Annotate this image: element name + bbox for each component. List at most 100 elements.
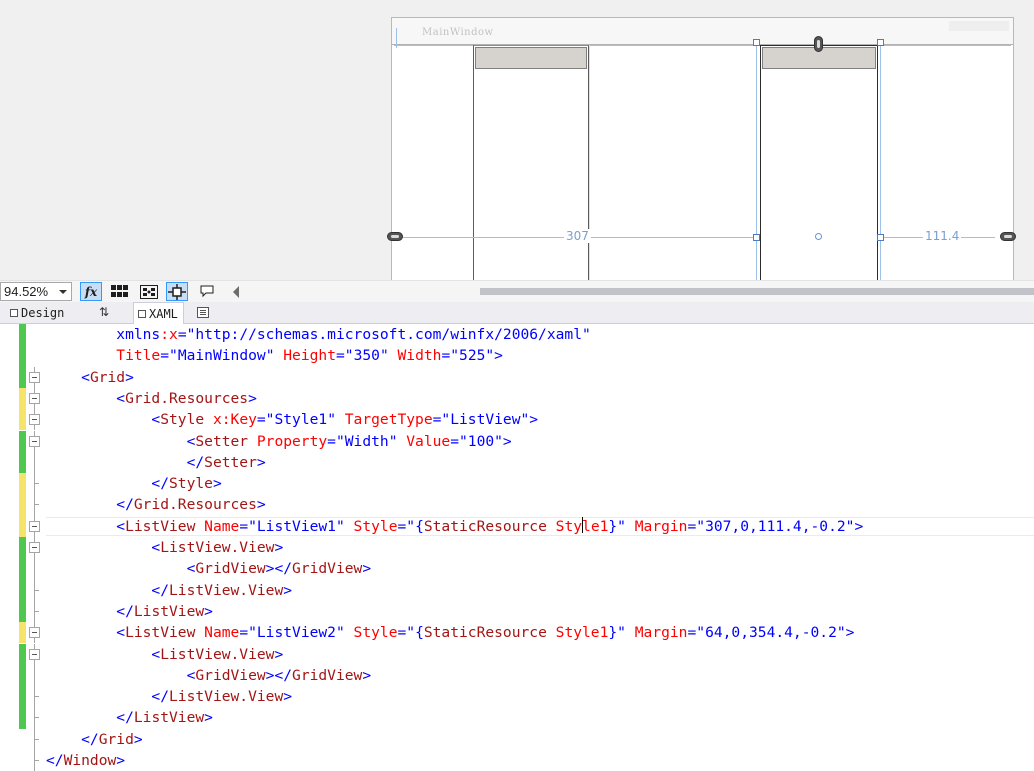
listview1[interactable] xyxy=(760,45,878,280)
horizontal-scrollbar[interactable] xyxy=(244,286,1034,298)
scrollbar-thumb[interactable] xyxy=(480,288,1034,295)
fold-end-marker xyxy=(34,738,39,740)
code-line[interactable]: <Style x:Key="Style1" TargetType="ListVi… xyxy=(0,409,1034,431)
code-token: > xyxy=(204,602,213,620)
fold-end-marker xyxy=(34,717,39,719)
collapse-icon[interactable] xyxy=(29,520,40,532)
code-line[interactable]: <ListView.View> xyxy=(0,537,1034,559)
code-token: Window xyxy=(63,752,117,769)
window-title: MainWindow xyxy=(422,27,494,38)
listview2-header xyxy=(475,47,587,69)
code-text: <GridView></GridView> xyxy=(46,665,372,686)
code-token: < xyxy=(46,560,196,578)
code-token: { xyxy=(415,517,424,535)
resize-handle-top-right[interactable] xyxy=(877,39,884,46)
tab-xaml[interactable]: XAML xyxy=(133,302,184,324)
code-token: </ xyxy=(46,730,99,748)
snap-snaplines-button[interactable] xyxy=(166,282,188,301)
code-token: ListView.View xyxy=(169,688,284,706)
code-line[interactable]: <Grid> xyxy=(0,366,1034,388)
code-token: GridView xyxy=(292,560,363,578)
collapse-icon[interactable] xyxy=(29,648,40,660)
change-indicator xyxy=(19,345,26,367)
code-token: > xyxy=(274,645,284,663)
resize-handle-mid-right[interactable] xyxy=(877,234,884,241)
code-token: > xyxy=(248,389,257,407)
code-token: ></ xyxy=(265,560,293,578)
code-token: < xyxy=(46,539,161,556)
chevron-down-icon xyxy=(59,290,67,294)
code-line[interactable]: Title="MainWindow" Height="350" Width="5… xyxy=(0,345,1034,367)
fold-guide xyxy=(34,558,35,580)
code-line[interactable]: </Grid.Resources> xyxy=(0,494,1034,516)
code-line[interactable]: <Setter Property="Width" Value="100"> xyxy=(0,430,1034,452)
code-text: xmlns:x="http://schemas.microsoft.com/wi… xyxy=(46,324,591,345)
code-line[interactable]: </ListView> xyxy=(0,707,1034,729)
collapse-pane-icon[interactable] xyxy=(197,307,209,318)
code-line[interactable]: <GridView></GridView> xyxy=(0,558,1034,580)
grid-toggle-button[interactable] xyxy=(109,282,131,301)
code-token: StaticResource xyxy=(423,517,547,535)
zoom-dropdown[interactable]: 94.52% xyxy=(0,282,72,301)
code-text: <Grid> xyxy=(46,367,134,388)
change-indicator xyxy=(19,664,26,687)
code-text: <Style x:Key="Style1" TargetType="ListVi… xyxy=(46,409,538,430)
annotations-button[interactable] xyxy=(196,282,218,301)
code-token: </ xyxy=(46,453,205,471)
code-line[interactable]: <ListView.View> xyxy=(0,643,1034,665)
code-token: > xyxy=(212,475,222,493)
swap-panes-icon[interactable]: ⇅ xyxy=(99,305,109,319)
code-line[interactable]: <ListView Name="ListView2" Style="{Stati… xyxy=(0,622,1034,644)
code-line[interactable]: <ListView Name="ListView1" Style="{Stati… xyxy=(0,515,1034,537)
code-line[interactable]: <GridView></GridView> xyxy=(0,664,1034,687)
code-text: <GridView></GridView> xyxy=(46,558,372,579)
collapse-icon[interactable] xyxy=(29,542,40,553)
collapse-icon[interactable] xyxy=(29,627,40,639)
designer-window[interactable]: MainWindow 307 111.4 xyxy=(387,17,1016,280)
snap-gridlines-button[interactable] xyxy=(138,282,160,301)
code-token: ListView xyxy=(450,411,521,429)
center-point-icon[interactable] xyxy=(815,233,822,240)
change-indicator xyxy=(19,750,26,771)
code-token: Name xyxy=(195,624,240,642)
right-anchor-icon[interactable] xyxy=(1000,232,1016,241)
code-line[interactable]: <Grid.Resources> xyxy=(0,387,1034,410)
code-line[interactable]: </Grid> xyxy=(0,728,1034,750)
collapse-icon[interactable] xyxy=(29,435,40,447)
code-line[interactable]: </Setter> xyxy=(0,451,1034,474)
tab-design[interactable]: Design xyxy=(10,302,64,324)
formula-toggle-button[interactable]: fx xyxy=(80,282,102,301)
collapse-icon[interactable] xyxy=(29,414,40,426)
code-token: " xyxy=(335,517,345,535)
resize-handle-mid-left[interactable] xyxy=(753,234,760,241)
collapse-icon[interactable] xyxy=(29,371,40,383)
snap-grid-icon xyxy=(140,284,158,299)
scroll-left-icon[interactable] xyxy=(233,286,239,298)
design-surface[interactable]: MainWindow 307 111.4 xyxy=(0,0,1034,280)
code-token: </ xyxy=(46,475,170,493)
code-token: > xyxy=(116,752,126,769)
code-line[interactable]: </ListView.View> xyxy=(0,579,1034,601)
left-anchor-icon[interactable] xyxy=(387,232,403,241)
code-line[interactable]: </ListView> xyxy=(0,600,1034,623)
code-text: </Grid.Resources> xyxy=(46,494,265,515)
code-token: GridView xyxy=(292,666,363,684)
code-line[interactable]: </ListView.View> xyxy=(0,686,1034,708)
resize-handle-top-left[interactable] xyxy=(753,39,760,46)
top-anchor-icon[interactable] xyxy=(814,36,823,52)
code-token: ListView.View xyxy=(169,581,284,599)
grid-icon xyxy=(111,285,128,297)
code-line[interactable]: </Window> xyxy=(0,750,1034,771)
listview2[interactable] xyxy=(473,45,589,280)
code-line[interactable]: xmlns:x="http://schemas.microsoft.com/wi… xyxy=(0,324,1034,346)
collapse-icon[interactable] xyxy=(29,392,40,404)
code-token: " xyxy=(335,624,345,642)
view-tabs: Design ⇅ XAML xyxy=(0,302,1034,324)
margin-left-label: 307 xyxy=(564,229,591,243)
listview1-selection-left xyxy=(756,42,757,280)
code-token: </ xyxy=(46,581,170,599)
code-line[interactable]: </Style> xyxy=(0,473,1034,495)
code-token: 64,0,354.4,-0.2 xyxy=(705,624,837,642)
code-token: GridView xyxy=(195,560,266,578)
xaml-code-editor[interactable]: xmlns:x="http://schemas.microsoft.com/wi… xyxy=(0,324,1034,771)
